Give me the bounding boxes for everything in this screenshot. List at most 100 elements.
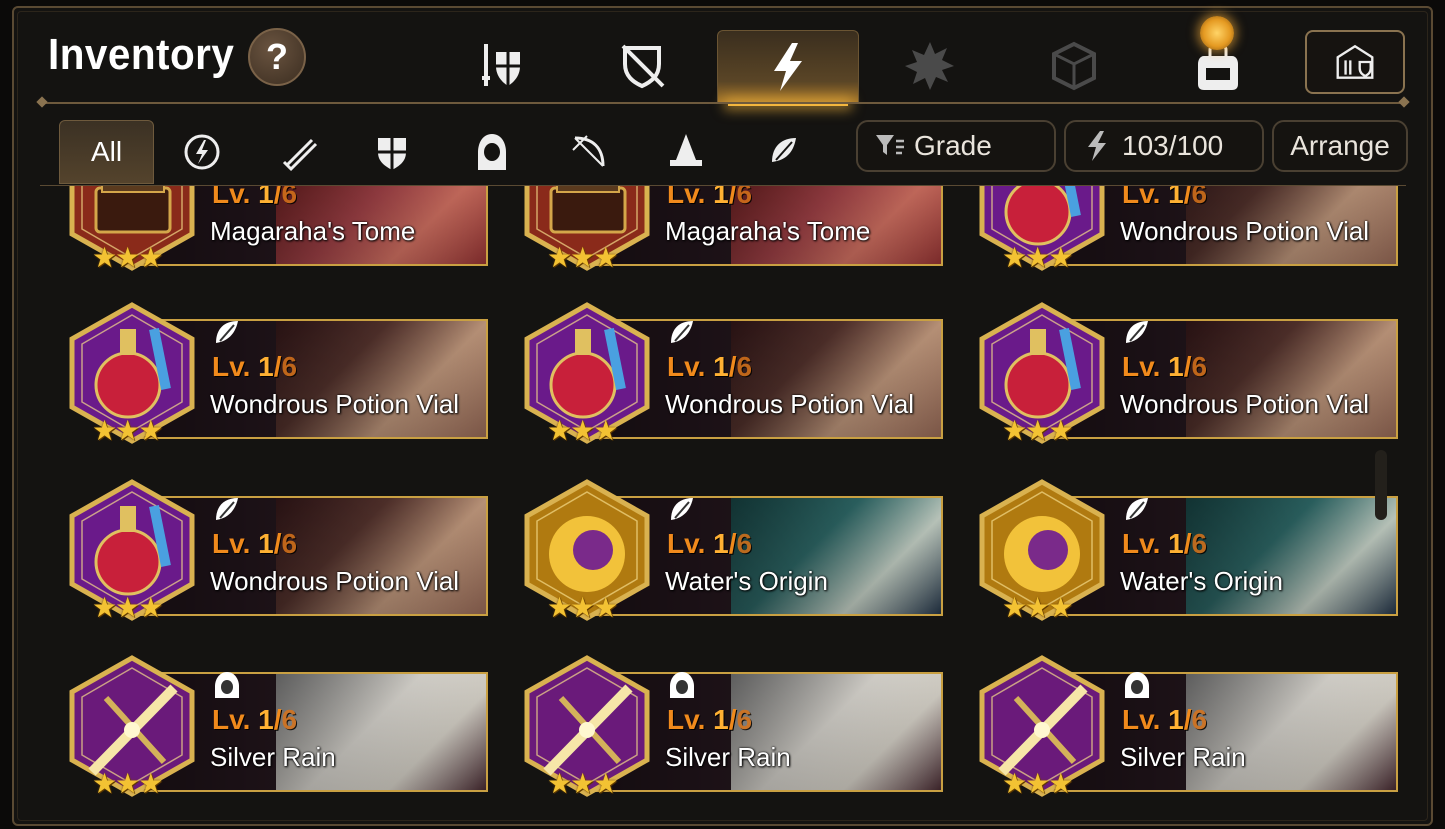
filter-warrior[interactable] — [252, 120, 347, 184]
scrollbar[interactable] — [1375, 450, 1387, 520]
star-rating: ★ ★ ★ — [547, 768, 619, 799]
item-level: Lv. 1/6 — [1122, 351, 1208, 382]
item-name: Wondrous Potion Vial — [210, 566, 460, 596]
armory-shop-icon — [1336, 44, 1374, 79]
level-max: 6 — [281, 351, 298, 382]
item-level: Lv. 1/6 — [1122, 186, 1207, 210]
level-current: 1 — [258, 704, 274, 735]
star-rating: ★ ★ ★ — [1002, 242, 1074, 273]
shield-disabled-icon — [621, 44, 665, 89]
level-current: 1 — [1168, 704, 1184, 735]
level-prefix: Lv. — [1122, 186, 1169, 209]
tab-gems[interactable] — [1004, 30, 1144, 102]
star-rating: ★ ★ ★ — [547, 242, 619, 273]
artifact-card[interactable]: Lv. 1/6 Silver Rain ★ ★ ★ — [62, 652, 488, 802]
knight-class-icon — [377, 138, 406, 170]
artifact-card[interactable]: Lv. 1/6 Water's Origin ★ ★ ★ — [972, 476, 1398, 626]
star-icon: ★ — [1048, 242, 1074, 273]
star-icon: ★ — [547, 242, 573, 273]
star-icon: ★ — [1048, 768, 1074, 799]
level-prefix: Lv. — [212, 704, 259, 735]
level-prefix: Lv. — [212, 528, 259, 559]
item-name: Silver Rain — [665, 742, 791, 772]
star-icon: ★ — [593, 768, 619, 799]
weapon-armor-icon — [482, 44, 520, 86]
tab-equipment-locked[interactable] — [573, 30, 713, 102]
item-level: Lv. 1/6 — [212, 186, 297, 210]
star-icon: ★ — [92, 592, 118, 623]
grade-label: Grade — [914, 130, 992, 161]
filter-all-tab[interactable]: All — [59, 120, 154, 184]
artifact-card[interactable]: Lv. 1/6 Wondrous Potion Vial ★ ★ ★ — [62, 299, 488, 449]
item-name: Water's Origin — [665, 566, 828, 596]
thief-class-icon — [1125, 672, 1149, 698]
star-rating: ★ ★ ★ — [547, 594, 618, 622]
arrange-button[interactable]: Arrange — [1272, 120, 1408, 172]
filter-sort-icon — [876, 135, 904, 155]
item-level: Lv. 1/6 — [1122, 528, 1208, 559]
star-icon: ★ — [138, 768, 164, 799]
star-icon: ★ — [1048, 592, 1074, 623]
tab-materials[interactable] — [860, 30, 1000, 102]
level-prefix: Lv. — [1122, 351, 1169, 382]
level-current: 1 — [258, 186, 274, 209]
artifact-card[interactable]: Lv. 1/6 Wondrous Potion Vial ★ ★ ★ — [972, 186, 1398, 276]
level-max: 6 — [736, 528, 753, 559]
artifact-card[interactable]: Lv. 1/6 Magaraha's Tome ★ ★ ★ — [62, 186, 488, 276]
help-button[interactable]: ? — [248, 28, 306, 86]
star-icon: ★ — [593, 415, 619, 446]
item-name: Water's Origin — [1120, 566, 1283, 596]
tab-equipment[interactable] — [430, 30, 570, 102]
item-name: Wondrous Potion Vial — [665, 389, 915, 419]
filter-ranger[interactable] — [541, 120, 636, 184]
level-prefix: Lv. — [212, 186, 259, 209]
level-current: 1 — [713, 351, 729, 382]
page-title: Inventory — [48, 30, 235, 79]
star-icon: ★ — [92, 242, 118, 273]
artifact-card[interactable]: Lv. 1/6 Magaraha's Tome ★ ★ ★ — [517, 186, 943, 276]
filter-thief[interactable] — [444, 120, 539, 184]
item-name: Magaraha's Tome — [210, 216, 416, 246]
thief-class-icon — [670, 672, 694, 698]
star-rating: ★ ★ ★ — [92, 417, 163, 445]
level-max: 6 — [1191, 351, 1208, 382]
item-level: Lv. 1/6 — [667, 528, 753, 559]
level-current: 1 — [1168, 351, 1184, 382]
artifact-card[interactable]: Lv. 1/6 Wondrous Potion Vial ★ ★ ★ — [517, 299, 943, 449]
armory-shop-button[interactable] — [1305, 30, 1405, 94]
star-icon: ★ — [115, 592, 141, 623]
item-name: Silver Rain — [1120, 742, 1246, 772]
arrange-label: Arrange — [1290, 130, 1390, 161]
grade-sort-button[interactable]: Grade — [856, 120, 1056, 172]
filter-knight[interactable] — [344, 120, 439, 184]
star-icon: ★ — [593, 242, 619, 273]
item-list[interactable]: Lv. 1/6 Magaraha's Tome ★ ★ ★ Lv. 1/6 Maga… — [40, 186, 1406, 820]
capacity-display[interactable]: 103/100 — [1064, 120, 1264, 172]
level-prefix: Lv. — [667, 528, 714, 559]
level-current: 1 — [713, 528, 729, 559]
soul-weaver-class-icon — [671, 498, 693, 520]
artifact-card[interactable]: Lv. 1/6 Wondrous Potion Vial ★ ★ ★ — [62, 476, 488, 626]
artifact-card[interactable]: Lv. 1/6 Water's Origin ★ ★ ★ — [517, 476, 943, 626]
star-icon: ★ — [115, 242, 141, 273]
level-max: 6 — [736, 186, 753, 209]
filter-all-class[interactable] — [154, 120, 249, 184]
star-icon: ★ — [138, 592, 164, 623]
star-icon: ★ — [570, 242, 596, 273]
ranger-class-icon — [571, 135, 604, 167]
level-current: 1 — [258, 351, 274, 382]
thief-class-icon — [215, 672, 239, 698]
filter-mage[interactable] — [638, 120, 733, 184]
filter-all-label: All — [90, 136, 123, 167]
mage-class-icon — [669, 134, 702, 166]
artifact-card[interactable]: Lv. 1/6 Silver Rain ★ ★ ★ — [517, 652, 943, 802]
artifact-card[interactable]: Lv. 1/6 Silver Rain ★ ★ ★ — [972, 652, 1398, 802]
thief-class-icon — [477, 134, 506, 170]
filter-soul-weaver[interactable] — [736, 120, 831, 184]
star-icon: ★ — [570, 415, 596, 446]
artifact-card[interactable]: Lv. 1/6 Wondrous Potion Vial ★ ★ ★ — [972, 299, 1398, 449]
star-icon: ★ — [1025, 242, 1051, 273]
star-rating: ★ ★ ★ — [92, 768, 164, 799]
item-level: Lv. 1/6 — [212, 528, 298, 559]
tab-artifacts[interactable] — [717, 30, 859, 106]
